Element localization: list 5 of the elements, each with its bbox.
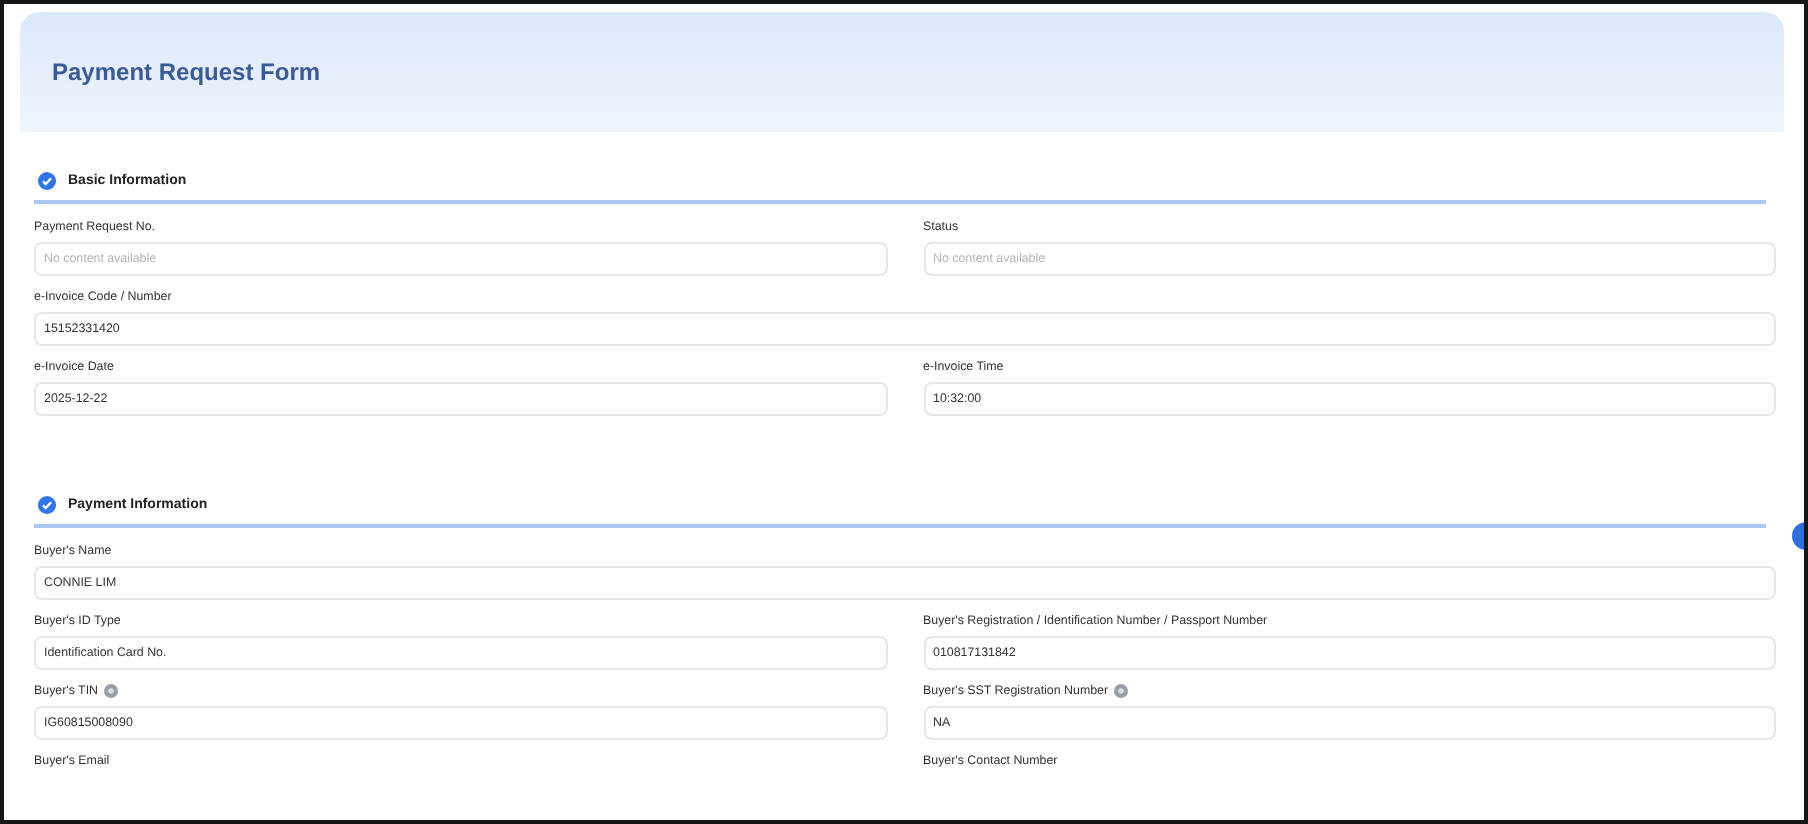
check-circle-icon xyxy=(38,171,56,189)
help-icon xyxy=(1114,683,1129,697)
help-icon xyxy=(104,683,119,697)
form-title: Payment Request Form xyxy=(52,58,321,86)
check-circle-icon xyxy=(38,495,56,513)
